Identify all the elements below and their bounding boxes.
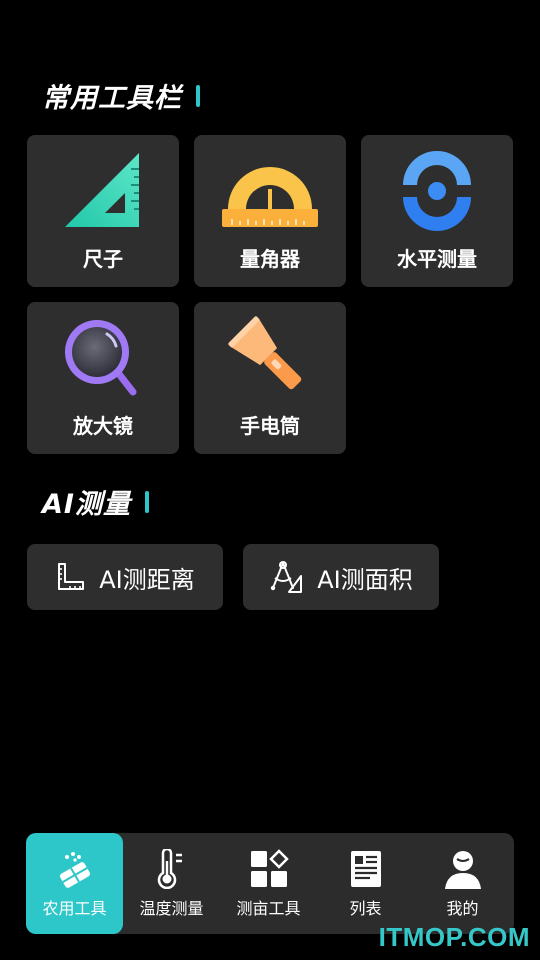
tool-card-protractor[interactable]: 量角器 (194, 135, 346, 287)
ai-area-label: AI测面积 (317, 565, 413, 594)
tool-card-level[interactable]: 水平测量 (361, 135, 513, 287)
ai-distance-button[interactable]: AI测距离 (27, 544, 223, 610)
title-accent-bar (144, 490, 149, 513)
nav-label: 温度测量 (139, 899, 204, 918)
ai-area-button[interactable]: AI测面积 (243, 544, 439, 610)
tool-card-ruler[interactable]: 尺子 (27, 135, 179, 287)
magnifier-icon (65, 320, 137, 396)
user-icon (444, 851, 481, 889)
nav-item-me[interactable]: 我的 (414, 833, 511, 934)
tool-label: 量角器 (240, 247, 300, 271)
nav-item-farm-tools[interactable]: 农用工具 (26, 833, 123, 934)
protractor-icon (222, 167, 318, 227)
tool-card-flashlight[interactable]: 手电筒 (194, 302, 346, 454)
nav-item-list[interactable]: 列表 (317, 833, 414, 934)
tool-label: 水平测量 (397, 247, 477, 271)
grid-tools-icon (250, 849, 289, 887)
title-accent-bar (196, 84, 200, 107)
section-title-text: AI测量 (42, 489, 131, 520)
nav-label: 农用工具 (42, 899, 107, 918)
nav-label: 测亩工具 (236, 899, 301, 918)
nav-label: 列表 (349, 899, 382, 918)
ai-distance-label: AI测距离 (99, 565, 195, 594)
nav-item-temperature[interactable]: 温度测量 (123, 833, 220, 934)
watermark: ITMOP.COM (378, 922, 530, 952)
nav-item-acre-tools[interactable]: 测亩工具 (220, 833, 317, 934)
tool-label: 手电筒 (240, 414, 300, 438)
tool-label: 放大镜 (73, 414, 133, 438)
section-title-text: 常用工具栏 (42, 83, 182, 114)
bottom-nav: 农用工具 温度测量 测亩工具 列表 我的 (26, 833, 514, 934)
farm-tools-icon (59, 852, 90, 888)
flashlight-icon (228, 316, 302, 390)
triangle-ruler-icon (65, 153, 139, 227)
ai-measure-title: AI测量 (42, 482, 149, 521)
level-icon (403, 151, 471, 231)
tool-label: 尺子 (83, 247, 123, 271)
nav-label: 我的 (446, 899, 479, 918)
tool-card-magnifier[interactable]: 放大镜 (27, 302, 179, 454)
ruler-corner-icon (58, 563, 85, 590)
common-tools-title: 常用工具栏 (42, 76, 200, 115)
compass-area-icon (271, 561, 303, 593)
list-doc-icon (350, 851, 381, 887)
thermometer-icon (157, 849, 182, 889)
